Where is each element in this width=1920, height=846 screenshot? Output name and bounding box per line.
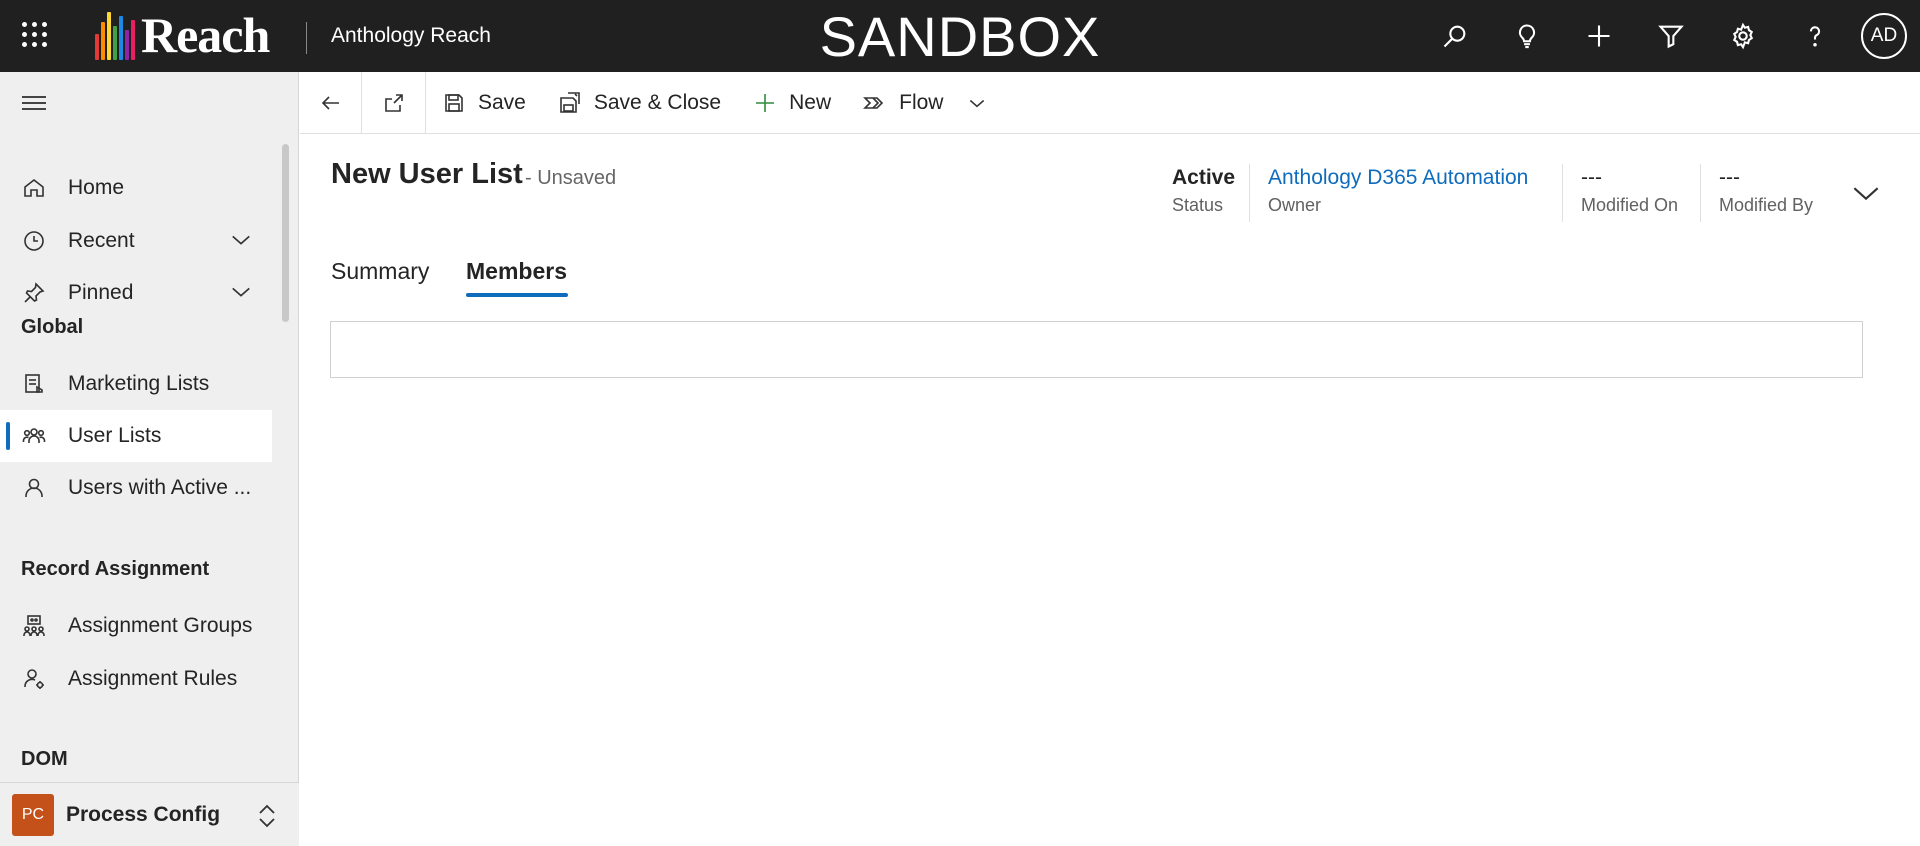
home-icon [21, 175, 47, 201]
chevron-down-icon[interactable] [230, 229, 252, 251]
sidebar-item-assignment-rules[interactable]: Assignment Rules [0, 653, 272, 705]
sidebar-item-user-lists[interactable]: User Lists [0, 410, 272, 462]
app-name[interactable]: Anthology Reach [331, 24, 491, 48]
header-expand-button[interactable] [1852, 180, 1880, 208]
plus-icon[interactable] [1563, 0, 1635, 72]
sidebar-item-users-with-active[interactable]: Users with Active ... [0, 462, 272, 514]
gear-icon[interactable] [1707, 0, 1779, 72]
area-label: Process Config [66, 802, 221, 826]
chevron-down-icon [1853, 187, 1879, 201]
pop-out-icon [384, 93, 403, 112]
sidebar-item-assignment-groups[interactable]: Assignment Groups [0, 600, 272, 652]
person-settings-icon [21, 666, 47, 692]
arrow-left-icon [321, 95, 339, 110]
members-subgrid[interactable] [330, 321, 1863, 378]
save-icon [445, 93, 463, 112]
hamburger-menu-icon[interactable] [22, 96, 46, 114]
help-icon[interactable] [1779, 0, 1851, 72]
area-switcher[interactable]: PC Process Config [0, 782, 299, 846]
save-close-icon [560, 91, 580, 113]
command-bar: Save Save & Close New Flow [300, 71, 1920, 134]
topbar-divider [306, 22, 307, 54]
record-save-status: - Unsaved [525, 167, 617, 189]
app-launcher-icon[interactable] [22, 22, 48, 48]
people-icon [21, 423, 47, 449]
tab-members[interactable]: Members [466, 258, 567, 285]
flow-button[interactable]: Flow [847, 72, 959, 134]
back-button[interactable] [300, 71, 362, 134]
new-button[interactable]: New [737, 72, 847, 134]
filter-icon[interactable] [1635, 0, 1707, 72]
chevron-down-icon [970, 99, 985, 107]
flow-label: Flow [899, 90, 944, 114]
reach-logo[interactable]: Reach [95, 7, 270, 63]
person-icon [21, 475, 47, 501]
plus-icon [756, 93, 775, 112]
owner-label: Owner [1268, 195, 1322, 215]
group-title-record-assignment: Record Assignment [21, 558, 210, 580]
header-separator [1700, 164, 1701, 222]
environment-banner: SANDBOX [819, 5, 1101, 68]
header-status: Active Status [1172, 165, 1235, 216]
header-modified-by: --- Modified By [1719, 165, 1813, 216]
flow-icon [863, 96, 884, 109]
chevron-down-icon[interactable] [230, 281, 252, 303]
pin-icon [21, 280, 47, 306]
tab-summary[interactable]: Summary [331, 258, 429, 285]
sidebar-item-home[interactable]: Home [0, 162, 272, 214]
top-bar: Reach Anthology Reach SANDBOX AD [0, 0, 1920, 72]
sidebar-item-recent[interactable]: Recent [0, 215, 272, 267]
user-avatar[interactable]: AD [1861, 13, 1907, 59]
sidebar: Home Recent Pinned Global Marketing List… [0, 72, 299, 846]
sidebar-item-pinned[interactable]: Pinned [0, 267, 272, 319]
status-value: Active [1172, 166, 1236, 189]
clock-icon [21, 228, 47, 254]
assignment-group-icon [21, 613, 47, 639]
sidebar-item-label: Home [68, 176, 125, 199]
sidebar-item-label: Marketing Lists [68, 372, 210, 395]
record-title: New User List [331, 158, 523, 190]
new-label: New [789, 90, 832, 114]
modified-by-value: --- [1719, 166, 1740, 189]
open-new-window-button[interactable] [362, 71, 426, 134]
status-label: Status [1172, 195, 1224, 215]
area-badge: PC [12, 793, 54, 836]
header-separator [1562, 164, 1563, 222]
logo-text: Reach [141, 7, 270, 63]
sidebar-item-label: Recent [68, 229, 135, 252]
sidebar-item-label: Pinned [68, 281, 134, 304]
sidebar-item-marketing-lists[interactable]: Marketing Lists [0, 358, 272, 410]
search-icon[interactable] [1419, 0, 1491, 72]
save-and-close-label: Save & Close [593, 90, 722, 114]
header-separator [1249, 164, 1250, 222]
active-tab-indicator [466, 293, 568, 297]
save-button[interactable]: Save [426, 72, 542, 134]
group-title-dom: DOM [21, 748, 68, 770]
topbar-actions: AD [1419, 0, 1920, 72]
group-title-global: Global [21, 316, 84, 338]
sidebar-item-label: Users with Active ... [68, 476, 252, 499]
owner-link[interactable]: Anthology D365 Automation [1268, 165, 1528, 191]
save-and-close-button[interactable]: Save & Close [542, 72, 737, 134]
marketing-list-icon [21, 371, 47, 397]
header-modified-on: --- Modified On [1581, 165, 1678, 216]
sidebar-item-label: User Lists [68, 424, 162, 447]
save-label: Save [478, 90, 526, 114]
sidebar-scrollbar[interactable] [282, 144, 289, 322]
modified-on-label: Modified On [1581, 195, 1679, 215]
lightbulb-icon[interactable] [1491, 0, 1563, 72]
header-owner: Anthology D365 Automation Owner [1268, 165, 1528, 216]
sidebar-item-label: Assignment Rules [68, 667, 238, 690]
modified-on-value: --- [1581, 166, 1602, 189]
modified-by-label: Modified By [1719, 195, 1814, 215]
flow-dropdown-button[interactable] [959, 72, 995, 134]
sidebar-item-label: Assignment Groups [68, 614, 253, 637]
chevron-up-down-icon[interactable] [257, 803, 277, 829]
logo-bars [95, 12, 135, 60]
